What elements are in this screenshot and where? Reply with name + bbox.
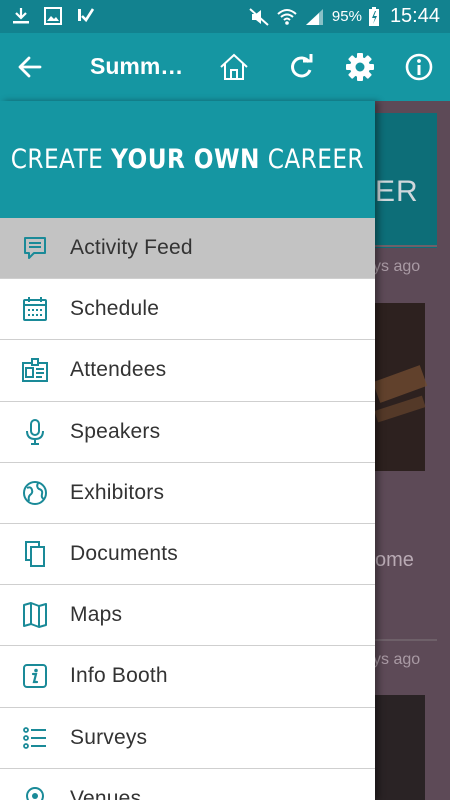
menu-item-label: Speakers [70, 419, 161, 443]
menu-item-label: Info Booth [70, 664, 168, 688]
signal-icon [305, 8, 323, 25]
mute-icon [249, 7, 269, 26]
menu-item-activity-feed[interactable]: Activity Feed [0, 218, 375, 280]
image-icon [44, 7, 62, 25]
menu-item-label: Schedule [70, 297, 160, 321]
list-icon [23, 726, 46, 749]
menu-item-label: Attendees [70, 358, 167, 382]
settings-gear-icon[interactable] [344, 51, 376, 83]
background-banner-text: ER [375, 175, 419, 208]
menu-item-label: Exhibitors [70, 480, 165, 504]
background-banner: ER [375, 113, 437, 248]
menu-item-label: Activity Feed [70, 236, 193, 260]
home-icon[interactable] [218, 51, 250, 83]
clock: 15:44 [389, 5, 440, 27]
documents-icon [25, 541, 45, 568]
menu-item-label: Documents [70, 542, 179, 566]
menu-item-maps[interactable]: Maps [0, 585, 375, 647]
menu-item-schedule[interactable]: Schedule [0, 279, 375, 341]
calendar-icon [23, 297, 47, 322]
menu-item-speakers[interactable]: Speakers [0, 401, 375, 463]
refresh-icon[interactable] [285, 51, 317, 83]
app-title: Summ… [90, 53, 184, 79]
drawer-tagline: CREATE YOUR OWN CAREER [10, 144, 365, 175]
menu-item-info-booth[interactable]: Info Booth [0, 646, 375, 708]
menu-item-surveys[interactable]: Surveys [0, 707, 375, 769]
menu-item-venues[interactable]: Venues [0, 768, 375, 800]
drawer-menu: Activity Feed Schedule Attendees Speaker… [0, 218, 375, 800]
menu-item-documents[interactable]: Documents [0, 523, 375, 586]
battery-percent: 95% [331, 8, 362, 25]
activity-feed-icon [24, 237, 46, 260]
info-icon[interactable] [403, 51, 435, 83]
navigation-drawer: CREATE YOUR OWN CAREER Activity Feed Sch… [0, 101, 375, 800]
map-icon [23, 602, 47, 629]
background-card-image [375, 303, 428, 471]
background-card-time: ys ago [375, 258, 421, 275]
back-arrow-icon[interactable] [16, 53, 44, 81]
attendees-icon [22, 358, 48, 383]
menu-item-label: Venues [70, 786, 142, 800]
info-icon [23, 664, 47, 689]
background-card-time-2: ys ago [375, 651, 421, 668]
menu-item-label: Maps [70, 603, 123, 627]
battery-charging-icon [368, 6, 379, 26]
menu-item-exhibitors[interactable]: Exhibitors [0, 462, 375, 524]
background-card-image-2 [375, 695, 425, 800]
background-card-text: ome [375, 549, 414, 571]
app-bar: Summ… [0, 33, 450, 101]
task-check-icon [78, 8, 95, 23]
wifi-icon [277, 8, 297, 25]
menu-item-attendees[interactable]: Attendees [0, 340, 375, 402]
status-bar: 95% 15:44 [0, 0, 450, 33]
globe-icon [23, 480, 47, 505]
microphone-icon [26, 418, 44, 445]
menu-item-label: Surveys [70, 725, 148, 749]
drawer-header: CREATE YOUR OWN CAREER [0, 101, 375, 218]
download-icon [13, 8, 29, 24]
location-pin-icon [25, 786, 45, 800]
background-content: ER ys ago ome ys ago [375, 101, 450, 800]
